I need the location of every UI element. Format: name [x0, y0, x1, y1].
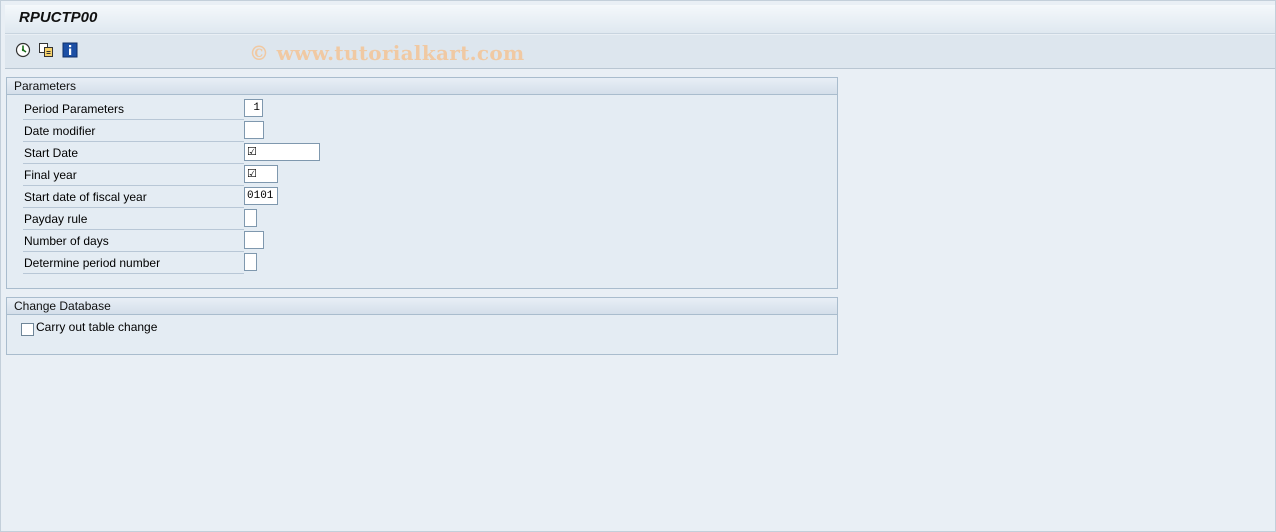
date-modifier-field[interactable]: [244, 121, 264, 139]
execute-icon[interactable]: [15, 42, 31, 58]
determine-period-number-field[interactable]: [244, 253, 257, 271]
parameters-group: Parameters Period Parameters 1 Date modi…: [6, 77, 838, 289]
information-icon[interactable]: [62, 42, 78, 58]
field-label: Number of days: [23, 232, 244, 252]
parameters-group-title: Parameters: [7, 78, 837, 95]
field-label: Determine period number: [23, 254, 244, 274]
sap-window: RPUCTP00 © www.tutorialkart.com Paramete…: [0, 0, 1276, 532]
change-database-group-title: Change Database: [7, 298, 837, 315]
fiscal-year-start-field[interactable]: 0101: [244, 187, 278, 205]
final-year-field[interactable]: ☑: [244, 165, 278, 183]
field-label: Payday rule: [23, 210, 244, 230]
carry-out-table-change-label[interactable]: Carry out table change: [36, 320, 157, 334]
page-title: RPUCTP00: [19, 9, 98, 26]
number-of-days-field[interactable]: [244, 231, 264, 249]
field-label: Start Date: [23, 144, 244, 164]
field-label: Final year: [23, 166, 244, 186]
field-label: Date modifier: [23, 122, 244, 142]
start-date-field[interactable]: ☑: [244, 143, 320, 161]
title-bar: RPUCTP00: [5, 5, 1275, 34]
watermark-text: © www.tutorialkart.com: [249, 41, 525, 65]
field-label: Start date of fiscal year: [23, 188, 244, 208]
application-toolbar: © www.tutorialkart.com: [5, 35, 1275, 69]
field-label: Period Parameters: [23, 100, 244, 120]
period-parameters-field[interactable]: 1: [244, 99, 263, 117]
get-variant-icon[interactable]: [38, 42, 54, 58]
payday-rule-field[interactable]: [244, 209, 257, 227]
change-database-group: Change Database Carry out table change: [6, 297, 838, 355]
carry-out-table-change-checkbox[interactable]: [21, 323, 34, 336]
